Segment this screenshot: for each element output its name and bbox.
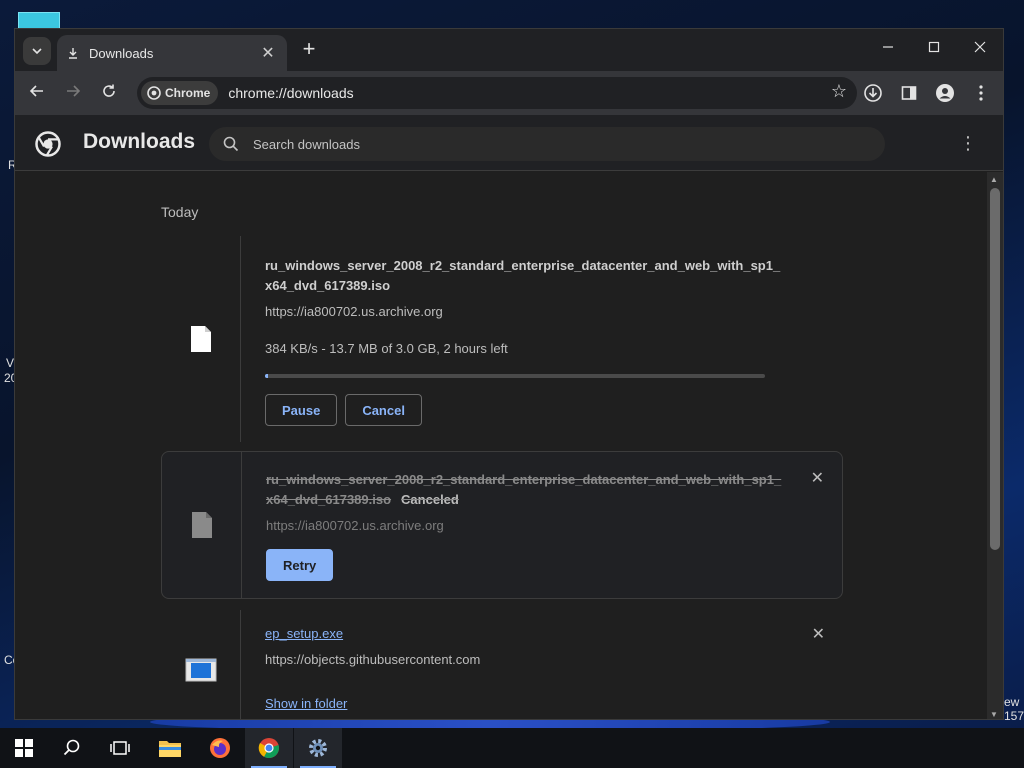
folder-icon [159, 741, 181, 757]
date-group-header: Today [161, 204, 199, 220]
download-item-completed: ep_setup.exe https://objects.githubuserc… [161, 610, 843, 719]
scroll-down-icon[interactable]: ▼ [990, 710, 998, 719]
downloads-list: Today ru_windows_server_2008_r2_standard… [15, 172, 985, 719]
chevron-down-icon [32, 48, 42, 55]
download-item-canceled: ru_windows_server_2008_r2_standard_enter… [161, 451, 843, 599]
download-circle-icon [864, 84, 882, 102]
download-item-body: ep_setup.exe https://objects.githubuserc… [265, 624, 785, 713]
download-item-in-progress: ru_windows_server_2008_r2_standard_enter… [161, 236, 843, 442]
site-info-chip[interactable]: Chrome [141, 81, 219, 105]
page-menu-icon[interactable]: ⋮ [959, 133, 977, 154]
download-actions: Pause Cancel [265, 394, 785, 426]
tab-strip: Downloads ✕ + [15, 29, 1003, 71]
pause-button[interactable]: Pause [265, 394, 338, 426]
download-item-body: ru_windows_server_2008_r2_standard_enter… [265, 256, 785, 426]
download-source-url[interactable]: https://objects.githubusercontent.com [265, 652, 785, 667]
new-tab-button[interactable]: + [297, 38, 321, 62]
download-progress-bar [265, 374, 765, 378]
settings-taskbar-button[interactable] [294, 728, 342, 768]
maximize-icon [928, 41, 940, 53]
taskbar-search-button[interactable] [48, 728, 96, 768]
windows-logo-icon [15, 739, 33, 757]
downloads-button[interactable] [861, 81, 885, 105]
reload-button[interactable] [97, 81, 121, 105]
download-actions: Retry [266, 549, 786, 581]
file-icon [191, 512, 212, 538]
download-item-body: ru_windows_server_2008_r2_standard_enter… [266, 470, 786, 581]
tab-search-button[interactable] [23, 37, 51, 65]
page-scrollbar[interactable]: ▲ ▼ [987, 172, 1003, 719]
close-window-button[interactable] [965, 37, 995, 61]
gear-icon [309, 739, 327, 757]
firefox-icon [210, 738, 230, 758]
search-box[interactable] [209, 127, 885, 161]
browser-window: Downloads ✕ + Chrome chrome://downloads … [14, 28, 1004, 720]
download-actions: Show in folder [265, 695, 785, 713]
search-icon [223, 136, 239, 152]
tab-title: Downloads [89, 45, 154, 61]
retry-button[interactable]: Retry [266, 549, 334, 581]
file-icon-column [161, 236, 241, 442]
search-icon [63, 739, 80, 756]
chrome-menu-button[interactable] [969, 81, 993, 105]
file-icon [190, 326, 211, 352]
firefox-button[interactable] [196, 728, 244, 768]
side-panel-icon [901, 86, 917, 100]
file-explorer-button[interactable] [146, 728, 194, 768]
exe-file-icon [185, 658, 216, 682]
chrome-taskbar-button[interactable] [245, 728, 293, 768]
remove-item-icon[interactable]: ✕ [811, 468, 824, 488]
arrow-left-icon [29, 85, 43, 97]
forward-button[interactable] [61, 81, 85, 105]
download-source-url[interactable]: https://ia800702.us.archive.org [265, 304, 785, 319]
download-icon [69, 48, 77, 59]
browser-toolbar: Chrome chrome://downloads ☆ [15, 71, 1003, 115]
chrome-logo-icon [35, 131, 61, 157]
cancel-button[interactable]: Cancel [345, 394, 422, 426]
download-filename-text: ru_windows_server_2008_r2_standard_enter… [266, 472, 782, 507]
chrome-icon [258, 738, 279, 759]
start-button[interactable] [0, 728, 48, 768]
back-button[interactable] [25, 81, 49, 105]
scroll-up-icon[interactable]: ▲ [990, 175, 998, 184]
taskbar [0, 728, 1024, 768]
download-filename-link[interactable]: ep_setup.exe [265, 624, 785, 644]
chrome-logo-icon [147, 86, 161, 100]
address-bar[interactable]: Chrome chrome://downloads ☆ [137, 77, 857, 109]
scrollbar-thumb[interactable] [990, 188, 1000, 550]
show-in-folder-link[interactable]: Show in folder [265, 696, 347, 711]
profile-button[interactable] [933, 81, 957, 105]
site-info-label: Chrome [165, 86, 211, 100]
download-filename: ru_windows_server_2008_r2_standard_enter… [265, 258, 781, 293]
close-tab-icon[interactable]: ✕ [259, 43, 277, 63]
minimize-button[interactable] [873, 37, 903, 61]
file-icon-column [161, 610, 241, 719]
downloads-header: Downloads ⋮ [15, 115, 1003, 171]
download-source-url[interactable]: https://ia800702.us.archive.org [266, 518, 786, 533]
kebab-menu-icon [979, 85, 983, 101]
bookmark-star-icon[interactable]: ☆ [831, 81, 847, 102]
tab-downloads[interactable]: Downloads ✕ [57, 35, 287, 71]
search-downloads-input[interactable] [253, 136, 813, 152]
maximize-button[interactable] [919, 37, 949, 61]
download-filename: ru_windows_server_2008_r2_standard_enter… [266, 470, 786, 510]
profile-icon [936, 84, 954, 102]
download-status: Canceled [401, 492, 459, 507]
arrow-right-icon [67, 85, 81, 97]
downloads-page: Downloads ⋮ Today ru_windows_server_2008… [15, 115, 1003, 719]
task-view-icon [110, 741, 130, 755]
close-icon [974, 41, 986, 53]
minimize-icon [883, 46, 893, 48]
download-progress-text: 384 KB/s - 13.7 MB of 3.0 GB, 2 hours le… [265, 341, 508, 356]
desktop-label-fragment: 157 [1004, 709, 1024, 723]
url-text[interactable]: chrome://downloads [228, 85, 353, 101]
desktop-label-fragment: ew [1004, 695, 1020, 709]
page-title: Downloads [83, 130, 196, 153]
reload-icon [103, 84, 115, 97]
file-icon-column [162, 452, 242, 598]
remove-item-icon[interactable]: ✕ [812, 624, 825, 644]
task-view-button[interactable] [96, 728, 144, 768]
side-panel-button[interactable] [897, 81, 921, 105]
download-progress-fill [265, 374, 268, 378]
